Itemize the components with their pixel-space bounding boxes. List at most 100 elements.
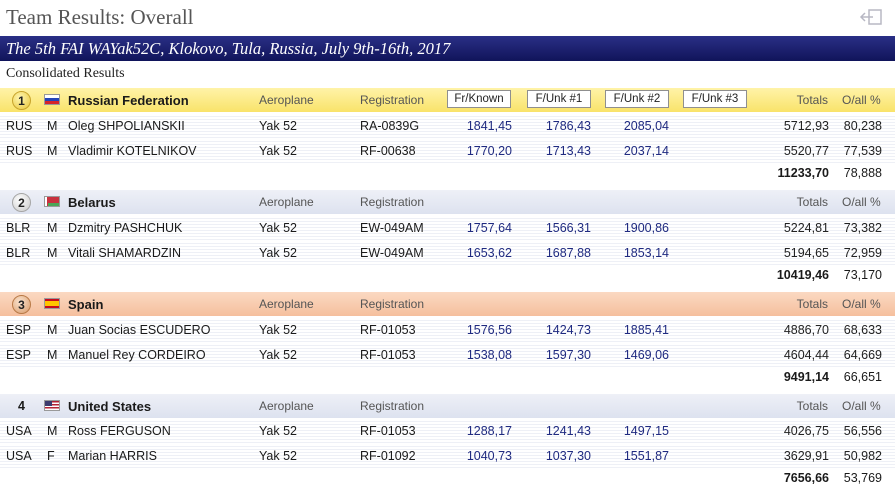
team-block-spain: 3 Spain Aeroplane Registration Totals O/…: [0, 292, 895, 394]
spain-flag-icon: [44, 298, 60, 309]
country-code: RUS: [6, 144, 33, 158]
oall-pct-header: O/all %: [842, 297, 881, 311]
event-title: The 5th FAI WAYak52C, Klokovo, Tula, Rus…: [6, 39, 451, 58]
team-name: Spain: [68, 297, 104, 312]
table-row: BLR M Dzmitry PASHCHUK Yak 52 EW-049AM 1…: [0, 216, 895, 241]
f-unk1-score: 1241,43: [545, 424, 591, 438]
team-block-united-states: 4 United States Aeroplane Registration T…: [0, 394, 895, 496]
pilot-pct: 77,539: [843, 144, 882, 158]
team-name: Belarus: [68, 195, 116, 210]
registration: RF-00638: [360, 144, 416, 158]
f-unk1-score: 1786,43: [545, 119, 591, 133]
exit-icon[interactable]: [859, 8, 883, 26]
fr-known-score: 1288,17: [466, 424, 512, 438]
registration-header: Registration: [360, 93, 425, 107]
team-total: 10419,46: [776, 268, 829, 282]
f-unk2-score: 1551,87: [623, 449, 669, 463]
gender: M: [47, 246, 58, 260]
pilot-pct: 50,982: [843, 449, 882, 463]
pilot-pct: 72,959: [843, 246, 882, 260]
country-code: ESP: [6, 348, 32, 362]
pilot-name: Vitali SHAMARDZIN: [68, 246, 181, 260]
rank-number: 4: [18, 399, 25, 413]
russia-flag-icon: [44, 94, 60, 105]
team-total: 9491,14: [783, 370, 829, 384]
event-banner: The 5th FAI WAYak52C, Klokovo, Tula, Rus…: [0, 36, 895, 61]
gender: M: [47, 348, 58, 362]
team-total-row: 11233,70 78,888: [0, 164, 895, 184]
pilot-name: Vladimir KOTELNIKOV: [68, 144, 197, 158]
gender: M: [47, 144, 58, 158]
fr-known-score: 1653,62: [466, 246, 512, 260]
country-code: RUS: [6, 119, 33, 133]
team-pct: 53,769: [843, 471, 882, 485]
country-code: BLR: [6, 221, 31, 235]
f-unk1-score: 1597,30: [545, 348, 591, 362]
table-row: BLR M Vitali SHAMARDZIN Yak 52 EW-049AM …: [0, 241, 895, 266]
fr-known-score: 1040,73: [466, 449, 512, 463]
table-row: ESP M Juan Socias ESCUDERO Yak 52 RF-010…: [0, 318, 895, 343]
aeroplane-header: Aeroplane: [259, 399, 314, 413]
gender: F: [47, 449, 55, 463]
aeroplane: Yak 52: [259, 246, 297, 260]
f-unk1-button[interactable]: F/Unk #1: [527, 90, 591, 108]
f-unk2-button[interactable]: F/Unk #2: [605, 90, 669, 108]
aeroplane: Yak 52: [259, 348, 297, 362]
gender: M: [47, 119, 58, 133]
pilot-total: 5194,65: [783, 246, 829, 260]
f-unk2-score: 1497,15: [623, 424, 669, 438]
page-title: Team Results: Overall: [6, 5, 194, 29]
pilot-pct: 56,556: [843, 424, 882, 438]
pilot-total: 5712,93: [783, 119, 829, 133]
f-unk2-score: 2037,14: [623, 144, 669, 158]
fr-known-score: 1841,45: [466, 119, 512, 133]
pilot-pct: 68,633: [843, 323, 882, 337]
gender: M: [47, 424, 58, 438]
team-total: 7656,66: [783, 471, 829, 485]
rank-badge: 3: [12, 295, 31, 314]
registration: RF-01053: [360, 323, 416, 337]
f-unk2-score: 1853,14: [623, 246, 669, 260]
fr-known-button[interactable]: Fr/Known: [447, 90, 511, 108]
pilot-name: Oleg SHPOLIANSKII: [68, 119, 185, 133]
registration: EW-049AM: [360, 246, 424, 260]
belarus-flag-icon: [44, 196, 60, 207]
aeroplane: Yak 52: [259, 119, 297, 133]
f-unk1-score: 1713,43: [545, 144, 591, 158]
f-unk1-score: 1687,88: [545, 246, 591, 260]
pilot-pct: 80,238: [843, 119, 882, 133]
team-pct: 73,170: [843, 268, 882, 282]
f-unk1-score: 1037,30: [545, 449, 591, 463]
f-unk1-score: 1566,31: [545, 221, 591, 235]
f-unk2-score: 1885,41: [623, 323, 669, 337]
team-total-row: 9491,14 66,651: [0, 368, 895, 388]
country-code: ESP: [6, 323, 32, 337]
table-row: RUS M Vladimir KOTELNIKOV Yak 52 RF-0063…: [0, 139, 895, 164]
aeroplane: Yak 52: [259, 323, 297, 337]
f-unk3-button[interactable]: F/Unk #3: [683, 90, 747, 108]
team-header: 2 Belarus Aeroplane Registration Totals …: [0, 190, 895, 214]
usa-flag-icon: [44, 400, 60, 411]
rank-badge: 2: [12, 193, 31, 212]
team-total: 11233,70: [777, 166, 829, 180]
pilot-name: Dzmitry PASHCHUK: [68, 221, 183, 235]
pilot-pct: 73,382: [843, 221, 882, 235]
team-total-row: 10419,46 73,170: [0, 266, 895, 286]
registration: RA-0839G: [360, 119, 420, 133]
fr-known-score: 1538,08: [466, 348, 512, 362]
totals-header: Totals: [796, 93, 828, 107]
fr-known-score: 1757,64: [466, 221, 512, 235]
totals-header: Totals: [796, 195, 828, 209]
team-name: United States: [68, 399, 152, 414]
team-block-russian-federation: 1 Russian Federation Aeroplane Registrat…: [0, 88, 895, 190]
pilot-name: Juan Socias ESCUDERO: [68, 323, 211, 337]
country-code: USA: [6, 449, 32, 463]
totals-header: Totals: [796, 399, 828, 413]
f-unk1-score: 1424,73: [545, 323, 591, 337]
aeroplane: Yak 52: [259, 144, 297, 158]
gender: M: [47, 221, 58, 235]
pilot-total: 4886,70: [783, 323, 829, 337]
team-total-row: 7656,66 53,769: [0, 469, 895, 489]
pilot-total: 4604,44: [783, 348, 829, 362]
aeroplane: Yak 52: [259, 449, 297, 463]
